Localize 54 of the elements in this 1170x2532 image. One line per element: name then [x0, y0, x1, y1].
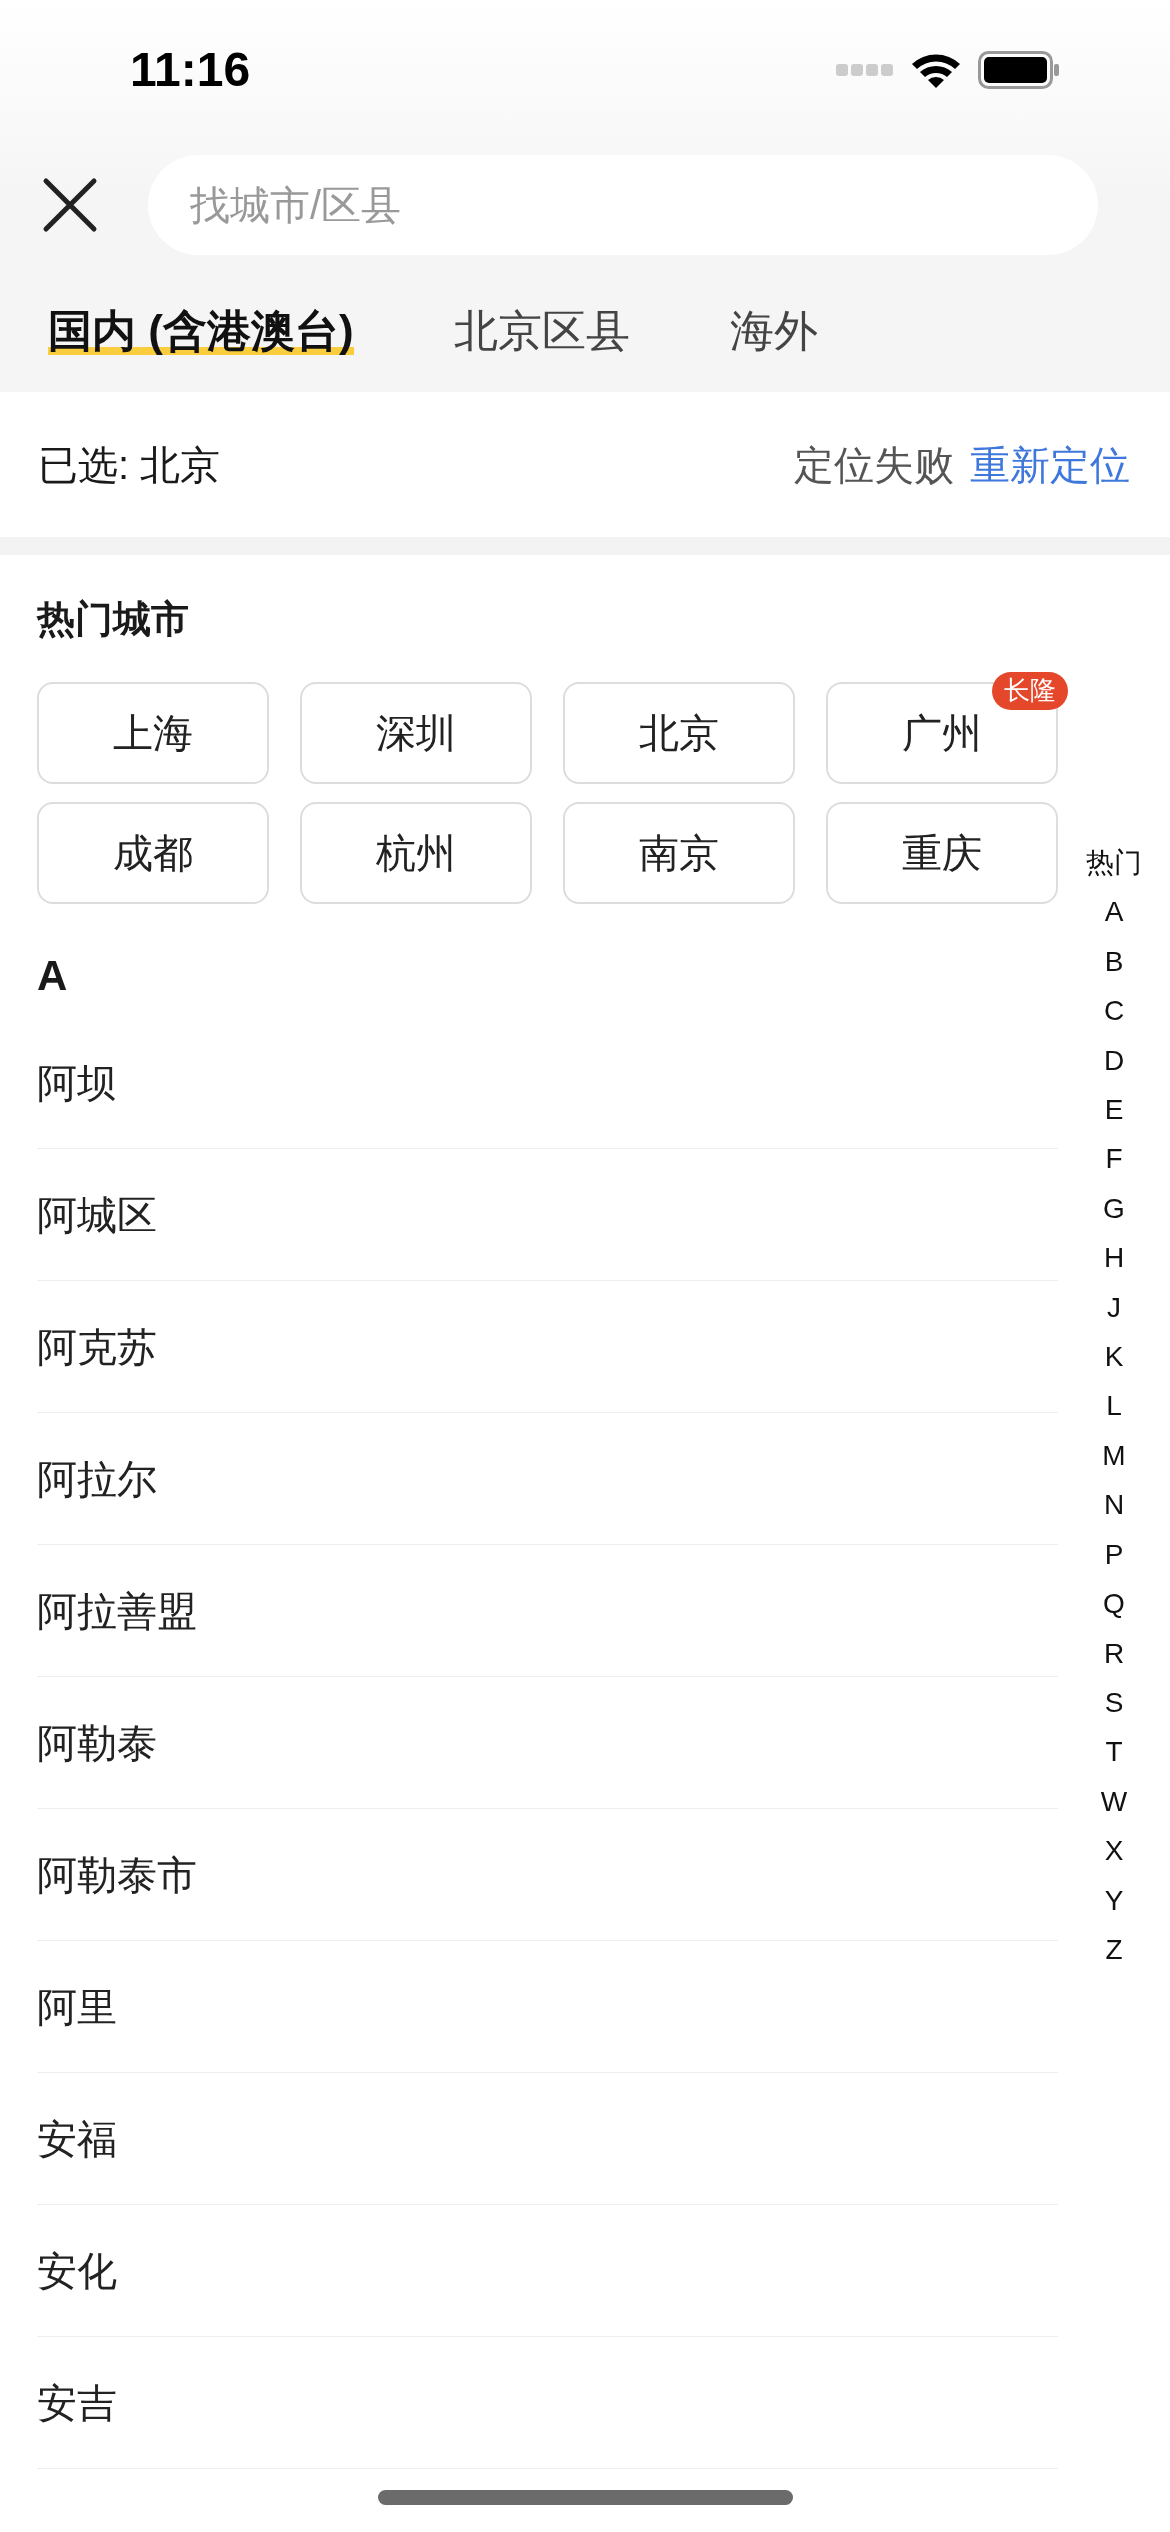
- tag-badge: 长隆: [992, 672, 1068, 710]
- index-letter[interactable]: S: [1104, 1677, 1124, 1728]
- letter-heading: A: [37, 951, 69, 1001]
- index-letter[interactable]: W: [1100, 1776, 1128, 1827]
- index-letter[interactable]: L: [1106, 1381, 1122, 1431]
- search-field[interactable]: 找城市/区县: [148, 155, 1098, 255]
- city-button[interactable]: 深圳: [300, 682, 532, 784]
- index-letter[interactable]: M: [1102, 1430, 1126, 1481]
- index-letter[interactable]: C: [1103, 986, 1125, 1036]
- city-list-item[interactable]: 阿勒泰市: [37, 1809, 1058, 1941]
- index-letter[interactable]: D: [1103, 1035, 1125, 1086]
- battery-icon: [978, 51, 1060, 89]
- index-letter[interactable]: J: [1107, 1282, 1121, 1333]
- city-list-item[interactable]: 阿拉尔: [37, 1413, 1058, 1545]
- index-letter[interactable]: N: [1103, 1480, 1125, 1530]
- city-list-item[interactable]: 阿勒泰: [37, 1677, 1058, 1809]
- index-letter[interactable]: R: [1103, 1628, 1125, 1678]
- index-letter[interactable]: Q: [1103, 1579, 1125, 1629]
- section-title: 热门城市: [37, 597, 190, 642]
- index-letter[interactable]: G: [1103, 1183, 1125, 1234]
- city-button[interactable]: 上海: [37, 682, 269, 784]
- city-button[interactable]: 北京: [563, 682, 795, 784]
- index-letter[interactable]: Y: [1104, 1875, 1124, 1925]
- index-letter[interactable]: K: [1104, 1332, 1124, 1382]
- city-list-item[interactable]: 阿克苏: [37, 1281, 1058, 1413]
- index-letter[interactable]: Z: [1105, 1924, 1123, 1975]
- relocate-link[interactable]: 重新定位: [970, 434, 1130, 495]
- city-list-item[interactable]: 阿里: [37, 1941, 1058, 2073]
- index-letter[interactable]: H: [1103, 1233, 1125, 1283]
- index-letter[interactable]: 热门: [1086, 838, 1142, 888]
- index-letter[interactable]: T: [1105, 1727, 1123, 1777]
- selected-city-label: 已选: 北京: [38, 441, 221, 489]
- index-letter[interactable]: X: [1104, 1826, 1124, 1876]
- index-letter[interactable]: A: [1104, 887, 1124, 937]
- city-button[interactable]: 杭州: [300, 802, 532, 904]
- tab[interactable]: 北京区县: [453, 302, 630, 360]
- city-list-item[interactable]: 安福: [37, 2073, 1058, 2205]
- signal-icon: [836, 63, 894, 77]
- close-icon[interactable]: [42, 177, 98, 233]
- index-letter[interactable]: B: [1104, 936, 1124, 987]
- status-time: 11:16: [130, 42, 251, 98]
- city-list-item[interactable]: 安吉: [37, 2337, 1058, 2469]
- index-letter[interactable]: E: [1104, 1085, 1124, 1135]
- city-list-item[interactable]: 阿坝: [37, 1017, 1058, 1149]
- city-list-item[interactable]: 安化: [37, 2205, 1058, 2337]
- city-list-item[interactable]: 阿城区: [37, 1149, 1058, 1281]
- location-status: 定位失败: [794, 441, 954, 489]
- index-letter[interactable]: F: [1105, 1134, 1123, 1184]
- city-button[interactable]: 南京: [563, 802, 795, 904]
- city-button[interactable]: 重庆: [826, 802, 1058, 904]
- city-button[interactable]: 成都: [37, 802, 269, 904]
- city-list-item[interactable]: 阿拉善盟: [37, 1545, 1058, 1677]
- index-letter[interactable]: P: [1104, 1529, 1124, 1580]
- tab[interactable]: 海外: [729, 302, 818, 360]
